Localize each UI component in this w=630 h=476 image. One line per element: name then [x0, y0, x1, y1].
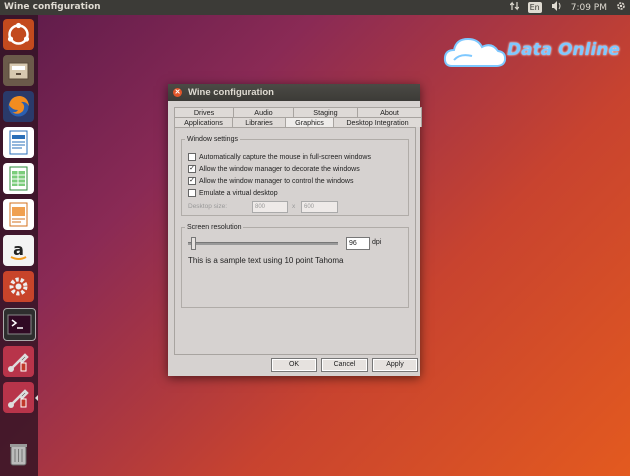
svg-text:a: a [13, 240, 24, 259]
tab-desktop-integration[interactable]: Desktop Integration [333, 117, 422, 127]
option-capture-mouse[interactable]: Automatically capture the mouse in full-… [188, 153, 371, 161]
tab-staging[interactable]: Staging [293, 107, 358, 117]
volume-icon[interactable] [551, 1, 562, 14]
desktop-size-times: x [292, 203, 296, 210]
active-app-title: Wine configuration [4, 2, 101, 12]
graphics-panel: Window settings Automatically capture th… [174, 127, 416, 355]
dpi-slider-handle[interactable] [191, 237, 196, 250]
checkbox-decorate-windows[interactable]: ✓ [188, 165, 196, 173]
writer-icon[interactable] [3, 127, 34, 158]
close-icon[interactable]: ✕ [173, 88, 182, 97]
watermark-logo: Data Online [442, 30, 620, 76]
top-panel: Wine configuration En 7:09 PM [0, 0, 630, 15]
window-settings-legend: Window settings [187, 136, 238, 143]
checkbox-capture-mouse[interactable] [188, 153, 196, 161]
tab-row-bottom: Applications Libraries Graphics Desktop … [174, 117, 422, 127]
terminal-icon[interactable] [3, 308, 36, 341]
option-label: Automatically capture the mouse in full-… [199, 153, 371, 161]
keyboard-layout-indicator[interactable]: En [527, 2, 542, 13]
checkbox-control-windows[interactable]: ✓ [188, 177, 196, 185]
tab-audio[interactable]: Audio [233, 107, 294, 117]
watermark-text: Data Online [507, 40, 620, 60]
window-settings-group: Window settings Automatically capture th… [181, 136, 409, 216]
tab-drives[interactable]: Drives [174, 107, 234, 117]
trash-icon[interactable] [3, 438, 34, 469]
tab-libraries[interactable]: Libraries [232, 117, 286, 127]
sample-text: This is a sample text using 10 point Tah… [188, 256, 344, 265]
option-label: Emulate a virtual desktop [199, 189, 278, 197]
ubuntu-logo-icon[interactable] [3, 19, 34, 50]
dpi-slider-track[interactable] [188, 242, 338, 245]
settings-icon[interactable] [3, 271, 34, 302]
screen-resolution-group: Screen resolution 96 dpi This is a sampl… [181, 224, 409, 308]
cancel-button[interactable]: Cancel [321, 358, 368, 372]
window-titlebar[interactable]: ✕ Wine configuration [168, 84, 420, 101]
tab-applications[interactable]: Applications [174, 117, 233, 127]
wine-config-icon[interactable] [3, 382, 34, 413]
tab-row-top: Drives Audio Staging About [174, 107, 422, 117]
tab-about[interactable]: About [357, 107, 422, 117]
dpi-unit: dpi [372, 239, 382, 246]
checkbox-virtual-desktop[interactable] [188, 189, 196, 197]
apply-button[interactable]: Apply [372, 358, 418, 372]
clock[interactable]: 7:09 PM [571, 3, 607, 13]
tab-graphics[interactable]: Graphics [285, 117, 334, 127]
option-virtual-desktop[interactable]: Emulate a virtual desktop [188, 189, 278, 197]
network-icon[interactable] [509, 1, 520, 14]
cloud-icon [443, 37, 507, 67]
desktop-width-input[interactable]: 800 [252, 201, 288, 213]
desktop-size-label: Desktop size: [188, 203, 228, 210]
amazon-icon[interactable]: a [3, 235, 34, 266]
option-control-windows[interactable]: ✓ Allow the window manager to control th… [188, 177, 353, 185]
wine-configuration-window: ✕ Wine configuration Drives Audio Stagin… [168, 84, 422, 376]
option-label: Allow the window manager to control the … [199, 177, 354, 185]
calc-icon[interactable] [3, 163, 34, 194]
option-decorate-windows[interactable]: ✓ Allow the window manager to decorate t… [188, 165, 360, 173]
active-app-indicator [35, 395, 38, 401]
impress-icon[interactable] [3, 199, 34, 230]
desktop-height-input[interactable]: 600 [301, 201, 338, 213]
firefox-icon[interactable] [3, 91, 34, 122]
ok-button[interactable]: OK [271, 358, 317, 372]
dpi-input[interactable]: 96 [346, 237, 370, 250]
option-label: Allow the window manager to decorate the… [199, 165, 360, 173]
window-title: Wine configuration [188, 87, 274, 98]
launcher: a [0, 15, 38, 476]
system-gear-icon[interactable] [616, 1, 626, 14]
files-icon[interactable] [3, 55, 34, 86]
wine-config-icon[interactable] [3, 346, 34, 377]
screen-resolution-legend: Screen resolution [187, 224, 242, 231]
